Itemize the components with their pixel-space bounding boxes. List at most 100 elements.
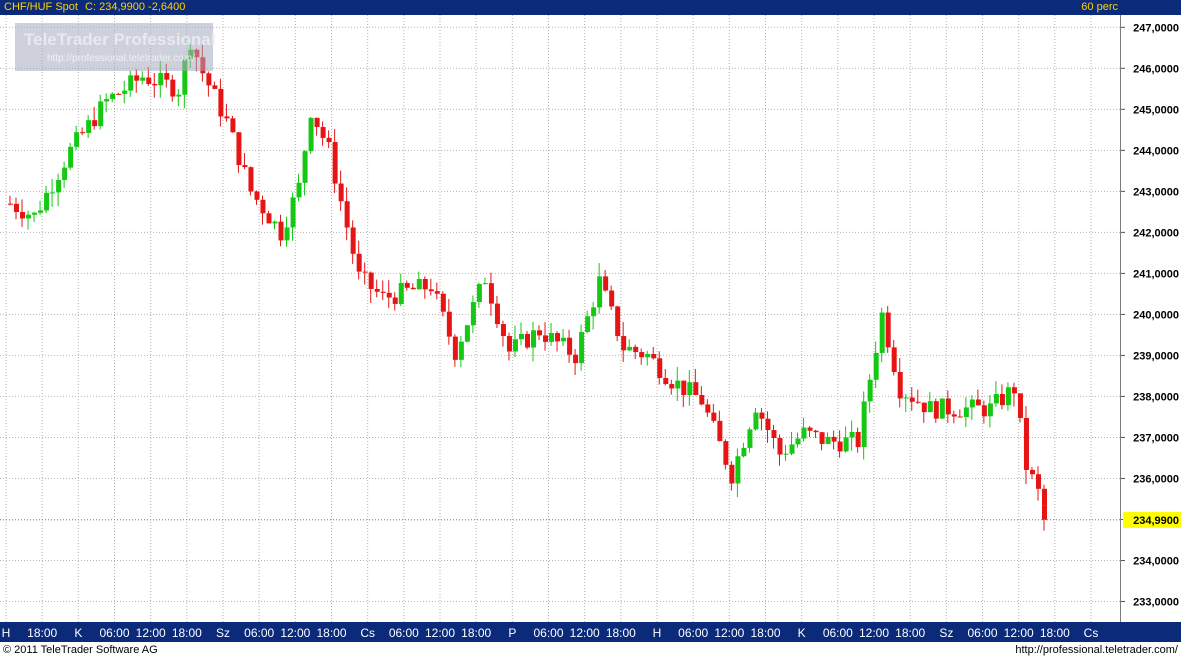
candle-body xyxy=(404,283,410,288)
x-tick-label: 12:00 xyxy=(1004,626,1034,640)
candle-body xyxy=(482,283,488,285)
candle-body xyxy=(380,291,386,293)
candle-body xyxy=(555,333,561,342)
x-tick-label: 12:00 xyxy=(714,626,744,640)
x-tick-label: 18:00 xyxy=(316,626,346,640)
candle-body xyxy=(68,146,74,168)
candle-body xyxy=(759,412,765,419)
candle-body xyxy=(843,437,849,452)
price-axis: 233,0000234,0000235,0000236,0000237,0000… xyxy=(1120,15,1181,622)
candle-body xyxy=(915,401,921,403)
candle-body xyxy=(224,116,230,119)
candle-body xyxy=(651,353,657,359)
candle-body xyxy=(398,283,404,304)
candle-body xyxy=(512,339,518,352)
candle-body xyxy=(116,93,122,95)
chart-svg xyxy=(0,15,1120,622)
y-tick-label: 242,0000 xyxy=(1133,227,1179,239)
candle-body xyxy=(879,312,885,353)
candle-body xyxy=(951,414,957,417)
x-tick-label: 18:00 xyxy=(895,626,925,640)
x-tick-label: Cs xyxy=(1084,626,1099,640)
candle-body xyxy=(476,284,482,303)
candle-body xyxy=(518,333,524,340)
candle-body xyxy=(615,306,621,337)
candle-body xyxy=(458,341,464,360)
candle-body xyxy=(1029,469,1035,475)
candle-body xyxy=(272,221,278,224)
candle-body xyxy=(494,303,500,325)
y-tick-label: 236,0000 xyxy=(1133,473,1179,485)
candle-body xyxy=(693,382,699,395)
x-tick-label: Sz xyxy=(939,626,953,640)
candle-body xyxy=(663,377,669,385)
candle-body xyxy=(777,438,783,455)
x-tick-label: 06:00 xyxy=(967,626,997,640)
candle-body xyxy=(170,79,176,97)
candle-body xyxy=(350,227,356,254)
candle-body xyxy=(969,399,975,408)
x-tick-label: Sz xyxy=(216,626,230,640)
teletrader-watermark-logo: TeleTrader Professional http://professio… xyxy=(15,23,216,71)
x-tick-label: 06:00 xyxy=(389,626,419,640)
candle-body xyxy=(525,333,530,348)
y-tick-label: 238,0000 xyxy=(1133,391,1179,403)
candle-body xyxy=(488,283,494,304)
candle-body xyxy=(945,398,951,415)
x-tick-label: H xyxy=(653,626,662,640)
candle-body xyxy=(326,137,332,143)
candle-body xyxy=(320,127,326,138)
candle-body xyxy=(963,407,969,418)
candle-body xyxy=(723,441,729,465)
change-value: -2,6400 xyxy=(148,1,186,13)
candle-body xyxy=(416,279,422,290)
footer-url-link[interactable]: http://professional.teletrader.com/ xyxy=(1015,644,1178,656)
x-tick-label: 12:00 xyxy=(570,626,600,640)
candle-body xyxy=(110,93,116,100)
candle-body xyxy=(356,253,362,272)
candle-body xyxy=(506,336,512,352)
interval-label: 60 perc xyxy=(1081,1,1118,13)
candle-body xyxy=(795,438,801,445)
candle-body xyxy=(837,441,843,452)
candle-body xyxy=(98,101,104,127)
candle-body xyxy=(278,221,284,241)
x-tick-label: H xyxy=(2,626,11,640)
candle-body xyxy=(549,333,555,342)
candle-body xyxy=(410,287,416,290)
candle-body xyxy=(368,272,374,289)
candle-body xyxy=(1042,505,1047,520)
candle-body xyxy=(933,401,939,419)
candle-body xyxy=(1005,387,1011,406)
candle-body xyxy=(531,330,537,348)
candle-body xyxy=(266,213,272,224)
candle-body xyxy=(819,432,825,444)
candle-body xyxy=(999,394,1005,406)
candle-body xyxy=(308,117,314,152)
x-tick-label: 18:00 xyxy=(606,626,636,640)
candle-body xyxy=(747,429,753,448)
candle-body xyxy=(8,203,13,205)
y-tick-label: 239,0000 xyxy=(1133,350,1179,362)
candle-body xyxy=(831,436,837,442)
candle-body xyxy=(807,427,813,431)
candle-body xyxy=(452,336,458,360)
candle-body xyxy=(14,203,20,212)
time-axis-svg: H 18:00 K 06:00 12:00 18:00 Sz 06:00 12:00 18:00 C… xyxy=(2,626,1099,640)
candle-body xyxy=(470,302,476,326)
candle-body xyxy=(813,430,819,433)
chart-plot-area[interactable] xyxy=(0,15,1120,622)
candle-body xyxy=(284,227,290,241)
candle-body xyxy=(927,401,933,413)
x-tick-label: 06:00 xyxy=(823,626,853,640)
close-value: 234,9900 xyxy=(99,1,145,13)
y-tick-label: 245,0000 xyxy=(1133,104,1179,116)
candle-body xyxy=(765,418,771,431)
candle-body xyxy=(573,354,579,364)
candle-body xyxy=(230,118,236,133)
y-tick-label: 240,0000 xyxy=(1133,309,1179,321)
candle-body xyxy=(603,276,609,291)
candle-body xyxy=(705,404,711,413)
watermark-title: TeleTrader Professional xyxy=(24,30,216,49)
candle-body xyxy=(260,199,266,214)
